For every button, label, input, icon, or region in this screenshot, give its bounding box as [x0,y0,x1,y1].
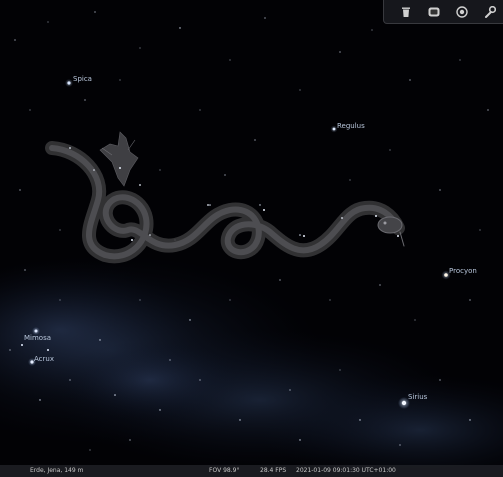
wrench-icon[interactable] [482,4,498,20]
star-label-procyon: Procyon [449,267,477,275]
star-label-mimosa: Mimosa [24,334,52,342]
fov-text: FOV 98.9° [209,467,240,474]
target-icon[interactable] [454,4,470,20]
screen-icon[interactable] [426,4,442,20]
status-bar: Erde, Jena, 149 m FOV 98.9° 28.4 FPS 202… [0,465,503,477]
star-label-acrux: Acrux [34,355,54,363]
location-text[interactable]: Erde, Jena, 149 m [30,465,83,477]
sky-view[interactable] [0,0,503,477]
fps-text: 28.4 FPS [260,467,287,474]
hydra-art [45,141,405,264]
star-label-spica: Spica [73,75,92,83]
star-label-regulus: Regulus [337,122,365,130]
star-spica[interactable] [65,79,73,87]
star-label-sirius: Sirius [408,393,428,401]
top-toolbar [383,0,503,24]
datetime-text[interactable]: 2021-01-09 09:01:30 UTC+01:00 [296,465,396,477]
corvus-art [99,131,139,187]
milky-way [0,255,503,477]
trash-icon[interactable] [398,4,414,20]
